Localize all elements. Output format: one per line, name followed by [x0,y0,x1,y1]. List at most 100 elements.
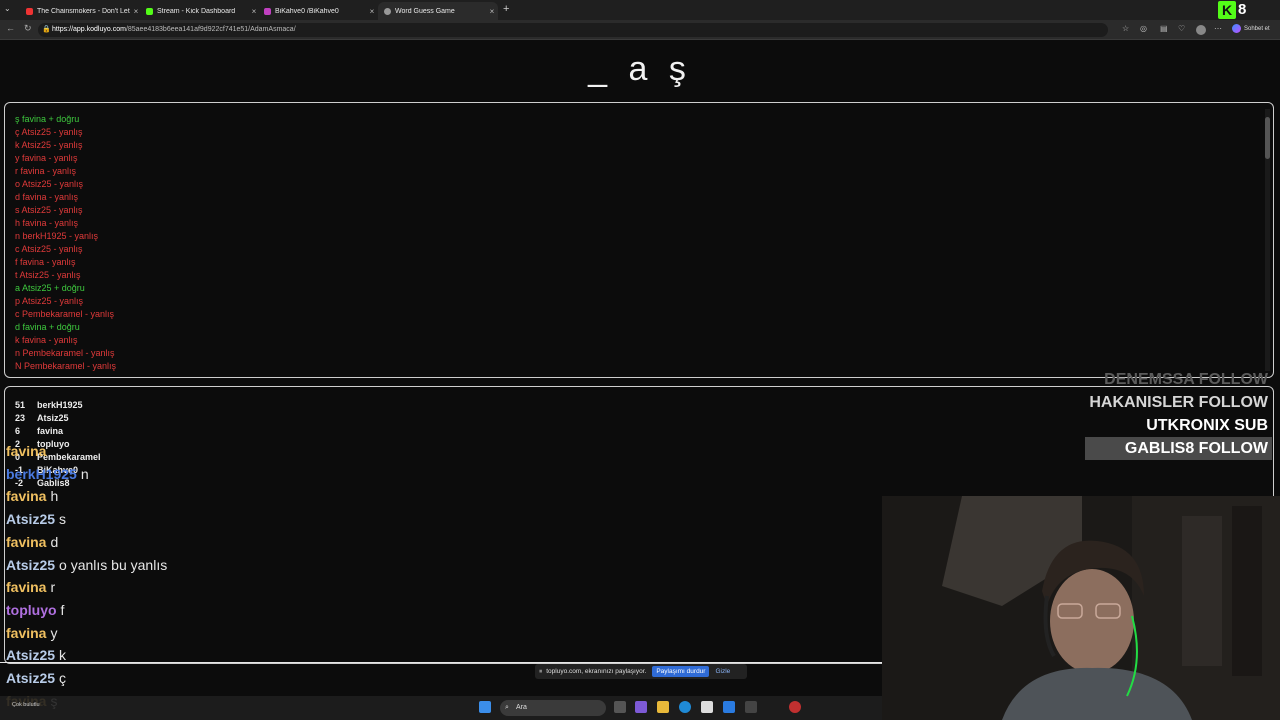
store-icon[interactable] [701,701,713,713]
weather-widget[interactable]: Çok bulutlu [12,702,40,708]
chat-text: y [50,624,58,641]
guess-list: ş favina + doğru ç Atsiz25 - yanlış k Atsi… [15,113,116,373]
tab-title: Word Guess Game [395,7,455,15]
search-icon: ⌕ [505,704,509,711]
taskbar-search[interactable]: ⌕ Ara [500,700,606,716]
guess-entry: h favina - yanlış [15,218,79,228]
chat-message: favina r [6,576,167,599]
tab-close-icon[interactable]: × [366,7,378,16]
score-row: 51 berkH1925 [15,399,101,412]
stream-events: DENEMSSA FOLLOW HAKANISLER FOLLOW UTKRONIX… [1085,368,1272,460]
score-row: 6 favina [15,425,101,438]
score-row: 23 Atsiz25 [15,412,101,425]
chat-username: Atsiz25 [6,670,56,687]
guess-entry: s Atsiz25 - yanlış [15,205,83,215]
favorite-star-icon[interactable]: ☆ [1122,24,1129,33]
hidden-word: _ a ş [588,50,692,88]
edge-icon[interactable] [679,701,691,713]
guess-entry: d favina + doğru [15,322,80,332]
search-placeholder: Ara [516,704,527,711]
url-path: /85aee4183b6eea141af9d922cf741e51/AdamAs… [125,26,296,33]
guess-entry: n Pembekaramel - yanlış [15,348,115,358]
url-field[interactable]: 🔒 https://app.kodluyo.com/85aee4183b6eea… [38,23,1108,37]
tab-word-guess[interactable]: Word Guess Game × [378,2,498,20]
guess-entry: n berkH1925 - yanlış [15,231,99,241]
score-value: 6 [15,426,21,436]
more-icon[interactable]: ⋯ [1214,24,1222,33]
stream-event-alert: UTKRONIX SUB [1146,417,1268,434]
chat-text: ç [59,670,67,687]
chat-text: n [80,465,89,482]
guess-entry: N Pembekaramel - yanlış [15,361,117,371]
collections-icon[interactable]: ♡ [1178,24,1185,33]
obs-icon[interactable] [789,701,801,713]
guess-log-panel[interactable]: ş favina + doğru ç Atsiz25 - yanlış k Atsi… [4,102,1274,378]
new-tab-icon[interactable]: + [503,3,509,15]
score-value: 23 [15,413,26,423]
tab-title: The Chainsmokers - Don't Let [37,7,130,15]
tab-title: Stream - Kick Dashboard [157,7,236,15]
chat-message: berkH1925 n [6,463,167,486]
copilot-taskbar-icon[interactable] [635,701,647,713]
chat-username: favina [6,533,47,550]
reload-icon[interactable]: ↻ [24,23,32,34]
score-player: Atsiz25 [37,413,69,423]
guess-entry: ş favina + doğru [15,114,80,124]
guess-entry: o Atsiz25 - yanlış [15,179,84,189]
copilot-chat-button[interactable]: Sohbet et [1232,24,1270,33]
chat-message: favina d [6,531,167,554]
chat-username: Atsiz25 [6,511,56,528]
chat-message: Atsiz25 s [6,508,167,531]
guess-entry: c Atsiz25 - yanlış [15,244,83,254]
chat-text: s [59,511,67,528]
kick-logo-icon: K [1218,1,1236,19]
guess-entry: d favina - yanlış [15,192,79,202]
split-screen-icon[interactable]: ▤ [1160,24,1168,33]
tab-music[interactable]: The Chainsmokers - Don't Let × [20,2,142,20]
windows-taskbar: Çok bulutlu ⌕ Ara [0,696,882,720]
guess-entry: t Atsiz25 - yanlış [15,270,81,280]
hide-button[interactable]: Gizle [715,668,730,675]
task-view-icon[interactable] [614,701,626,713]
profile-avatar[interactable] [1196,25,1206,35]
address-bar: ← ↻ 🔒 https://app.kodluyo.com/85aee4183b… [0,20,1280,40]
url-host: https://app.kodluyo.com [52,26,126,33]
chat-username: favina [6,624,47,641]
stop-sharing-button[interactable]: Paylaşımı durdur [652,666,710,677]
guess-entry: ç Atsiz25 - yanlış [15,127,83,137]
chat-username: topluyo [6,601,57,618]
chat-message: Atsiz25 ç [6,667,167,690]
chat-text: h [50,488,59,505]
share-status-text: topluyo.com, ekranınızı paylaşıyor. [546,668,647,675]
extensions-icon[interactable]: ◎ [1140,24,1147,33]
guess-entry: y favina - yanlış [15,153,78,163]
tab-kick-dashboard[interactable]: Stream - Kick Dashboard × [140,2,260,20]
copilot-icon [1232,24,1241,33]
badge-number: 8 [1238,1,1247,18]
stream-event-alert: GABLIS8 FOLLOW [1085,437,1272,460]
tab-favicon-icon [26,7,33,15]
start-icon[interactable] [479,701,491,713]
scrollbar-thumb[interactable] [1265,117,1270,159]
mail-icon[interactable] [723,701,735,713]
chat-message: favina y [6,622,167,645]
guess-entry: a Atsiz25 + doğru [15,283,85,293]
score-value: 51 [15,400,26,410]
stream-event-alert: HAKANISLER FOLLOW [1089,394,1268,411]
guess-entry: k Atsiz25 - yanlış [15,140,83,150]
tab-favicon-icon [146,7,153,15]
settings-icon[interactable] [745,701,757,713]
file-explorer-icon[interactable] [657,701,669,713]
chat-message: topluyo f [6,599,167,622]
tab-bikahve[interactable]: BiKahve0 /BiKahve0 × [258,2,378,20]
tab-favicon-icon [264,7,271,15]
score-player: berkH1925 [37,400,83,410]
back-icon[interactable]: ← [6,23,15,33]
guess-entry: p Atsiz25 - yanlış [15,296,84,306]
drag-handle-icon[interactable]: ⏸ [539,668,542,676]
tab-close-icon[interactable]: × [486,7,498,16]
tab-list-icon[interactable]: ⌄ [4,4,11,13]
chat-text: f [60,601,65,618]
browser-tab-bar: ⌄ The Chainsmokers - Don't Let × Stream … [0,0,1280,20]
chat-text: d [50,533,59,550]
